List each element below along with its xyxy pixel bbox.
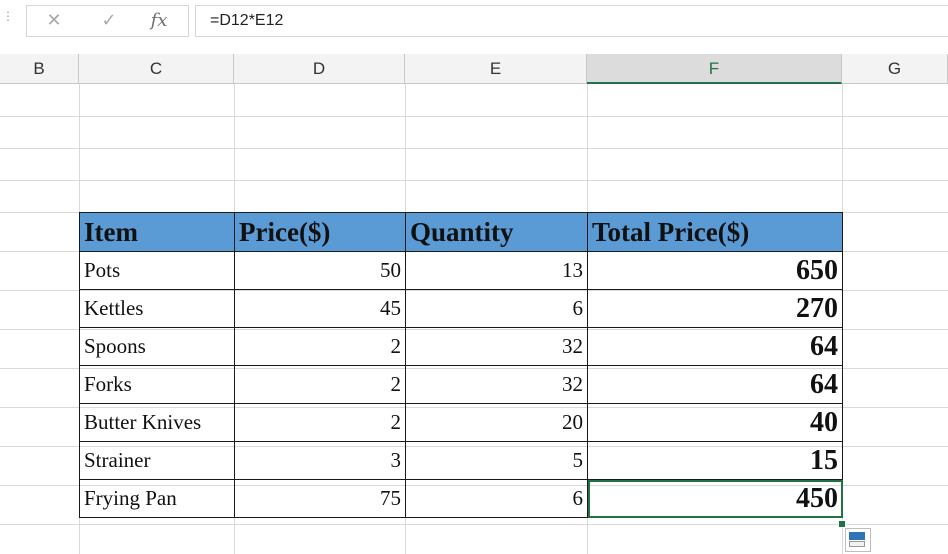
cell-quantity[interactable]: 32 — [405, 327, 588, 366]
header-cell-price[interactable]: Price($) — [234, 212, 406, 252]
cell-item[interactable]: Kettles — [79, 289, 235, 328]
cell-quantity[interactable]: 5 — [405, 441, 588, 480]
enter-check-icon[interactable]: ✓ — [97, 10, 121, 32]
column-header-d[interactable]: D — [234, 54, 405, 84]
column-header-g[interactable]: G — [842, 54, 948, 84]
cancel-icon[interactable]: ✕ — [42, 10, 66, 32]
grid-row-line — [0, 148, 948, 149]
cell-item[interactable]: Butter Knives — [79, 403, 235, 442]
cell-price[interactable]: 2 — [234, 327, 406, 366]
cell-quantity[interactable]: 6 — [405, 289, 588, 328]
grid-row-line — [0, 524, 948, 525]
cell-total[interactable]: 40 — [587, 403, 843, 442]
table-row: Spoons 2 32 64 — [79, 327, 843, 366]
cell-item[interactable]: Forks — [79, 365, 235, 404]
table-row: Forks 2 32 64 — [79, 365, 843, 404]
cell-item[interactable]: Pots — [79, 251, 235, 290]
cell-total[interactable]: 270 — [587, 289, 843, 328]
column-header-f[interactable]: F — [587, 54, 842, 84]
cell-price[interactable]: 45 — [234, 289, 406, 328]
table-row: Frying Pan 75 6 450 — [79, 479, 843, 518]
cell-quantity[interactable]: 20 — [405, 403, 588, 442]
quick-analysis-icon-bottom — [849, 541, 865, 547]
cell-quantity[interactable]: 32 — [405, 365, 588, 404]
formula-input[interactable]: =D12*E12 — [195, 5, 948, 37]
cell-price[interactable]: 2 — [234, 365, 406, 404]
column-header-c[interactable]: C — [79, 54, 234, 84]
insert-function-icon[interactable]: fx — [147, 10, 171, 32]
quick-analysis-icon[interactable] — [845, 528, 871, 552]
formula-text: =D12*E12 — [210, 12, 284, 29]
quick-analysis-icon-top — [849, 532, 865, 540]
header-cell-quantity[interactable]: Quantity — [405, 212, 588, 252]
cell-price[interactable]: 3 — [234, 441, 406, 480]
table-row: Butter Knives 2 20 40 — [79, 403, 843, 442]
cell-quantity[interactable]: 13 — [405, 251, 588, 290]
formula-bar: ⋮ ✕ ✓ fx =D12*E12 — [0, 0, 948, 45]
header-cell-total-price[interactable]: Total Price($) — [587, 212, 843, 252]
table-header-row: Item Price($) Quantity Total Price($) — [79, 212, 843, 252]
table-row: Kettles 45 6 270 — [79, 289, 843, 328]
cell-price[interactable]: 2 — [234, 403, 406, 442]
cell-total[interactable]: 15 — [587, 441, 843, 480]
grid-row-line — [0, 116, 948, 117]
table-row: Strainer 3 5 15 — [79, 441, 843, 480]
formula-bar-buttons: ✕ ✓ fx — [26, 5, 189, 37]
cell-total[interactable]: 64 — [587, 327, 843, 366]
cell-quantity[interactable]: 6 — [405, 479, 588, 518]
column-header-e[interactable]: E — [405, 54, 587, 84]
cell-item[interactable]: Frying Pan — [79, 479, 235, 518]
header-cell-item[interactable]: Item — [79, 212, 235, 252]
data-table: Item Price($) Quantity Total Price($) Po… — [79, 212, 843, 518]
cell-item[interactable]: Spoons — [79, 327, 235, 366]
cell-item[interactable]: Strainer — [79, 441, 235, 480]
cell-price[interactable]: 50 — [234, 251, 406, 290]
formula-bar-grip-icon[interactable]: ⋮ — [2, 10, 14, 22]
fill-handle[interactable] — [838, 520, 846, 528]
grid-row-line — [0, 180, 948, 181]
cell-total[interactable]: 650 — [587, 251, 843, 290]
table-row: Pots 50 13 650 — [79, 251, 843, 290]
column-header-b[interactable]: B — [0, 54, 79, 84]
cell-total-selected[interactable]: 450 — [587, 479, 843, 518]
cell-price[interactable]: 75 — [234, 479, 406, 518]
cell-total[interactable]: 64 — [587, 365, 843, 404]
